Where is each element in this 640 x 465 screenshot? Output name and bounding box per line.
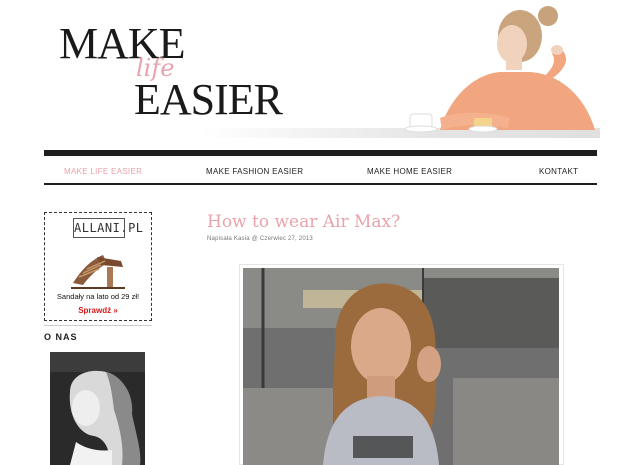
ad-cta-link[interactable]: Sprawdź » (45, 306, 151, 315)
banner-woman-illustration (404, 6, 595, 133)
nav-item-make-home-easier[interactable]: MAKE HOME EASIER (367, 167, 452, 176)
sidebar-ad-banner[interactable]: ALLANI.PL Sandały na lato od 29 zł! Spra… (44, 212, 152, 321)
sidebar-divider (44, 325, 152, 326)
sandal-image (71, 255, 125, 289)
post-photo[interactable] (243, 268, 559, 465)
nav-top-rule (44, 150, 597, 156)
site-logo[interactable]: MAKE life EASIER (56, 18, 296, 128)
nav-item-kontakt[interactable]: KONTAKT (539, 167, 578, 176)
logo-word-easier: EASIER (134, 75, 283, 124)
ad-brand-logo: ALLANI.PL (73, 218, 143, 238)
post-title[interactable]: How to wear Air Max? (207, 212, 400, 232)
about-photo (50, 352, 145, 465)
nav-item-make-fashion-easier[interactable]: MAKE FASHION EASIER (206, 167, 303, 176)
ad-text: Sandały na lato od 29 zł! (56, 292, 140, 301)
nav-item-make-life-easier[interactable]: MAKE LIFE EASIER (64, 167, 142, 176)
about-heading: O NAS (44, 332, 78, 342)
site-header: MAKE life EASIER (0, 0, 640, 150)
post-meta: Napisała Kasia @ Czerwiec 27, 2013 (207, 236, 313, 242)
nav-bottom-rule (44, 183, 597, 185)
